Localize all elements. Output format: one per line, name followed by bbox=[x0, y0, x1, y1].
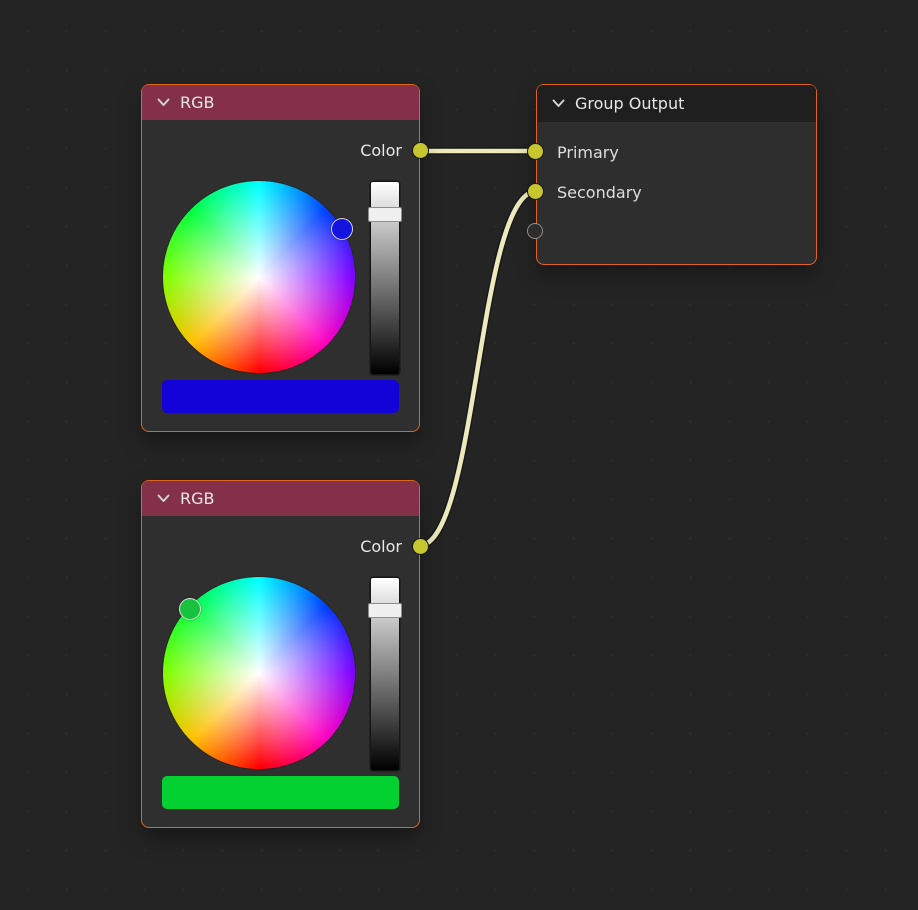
input-row-virtual bbox=[537, 217, 816, 247]
value-slider[interactable] bbox=[371, 578, 399, 770]
color-wheel-cursor[interactable] bbox=[331, 218, 353, 240]
color-wheel-cursor[interactable] bbox=[179, 598, 201, 620]
link-secondary[interactable] bbox=[419, 191, 538, 546]
chevron-down-icon[interactable] bbox=[157, 494, 170, 503]
node-title: Group Output bbox=[575, 94, 684, 113]
input-row-primary: Primary bbox=[537, 137, 816, 167]
rgb-node-top-header[interactable]: RGB bbox=[142, 85, 419, 120]
primary-input-label: Primary bbox=[557, 143, 619, 162]
chevron-down-icon[interactable] bbox=[157, 98, 170, 107]
group-output-header[interactable]: Group Output bbox=[537, 85, 816, 122]
color-swatch[interactable] bbox=[162, 776, 399, 809]
node-title: RGB bbox=[180, 489, 215, 508]
chevron-down-icon[interactable] bbox=[552, 99, 565, 108]
node-title: RGB bbox=[180, 93, 215, 112]
color-output-socket[interactable] bbox=[412, 538, 429, 555]
input-row-secondary: Secondary bbox=[537, 177, 816, 207]
color-output-label: Color bbox=[360, 141, 402, 160]
node-editor-canvas[interactable]: RGB Color RGB Color bbox=[0, 0, 918, 910]
rgb-node-bottom-header[interactable]: RGB bbox=[142, 481, 419, 516]
rgb-node-top[interactable]: RGB Color bbox=[141, 84, 420, 432]
value-slider[interactable] bbox=[371, 182, 399, 374]
color-swatch[interactable] bbox=[162, 380, 399, 413]
virtual-input-socket[interactable] bbox=[527, 223, 543, 239]
primary-input-socket[interactable] bbox=[527, 143, 544, 160]
color-wheel[interactable] bbox=[163, 577, 355, 769]
secondary-input-label: Secondary bbox=[557, 183, 642, 202]
color-wheel[interactable] bbox=[163, 181, 355, 373]
value-slider-handle[interactable] bbox=[368, 207, 402, 222]
secondary-input-socket[interactable] bbox=[527, 183, 544, 200]
group-output-node[interactable]: Group Output Primary Secondary bbox=[536, 84, 817, 265]
color-output-label: Color bbox=[360, 537, 402, 556]
rgb-node-bottom[interactable]: RGB Color bbox=[141, 480, 420, 828]
value-slider-handle[interactable] bbox=[368, 603, 402, 618]
color-output-socket[interactable] bbox=[412, 142, 429, 159]
